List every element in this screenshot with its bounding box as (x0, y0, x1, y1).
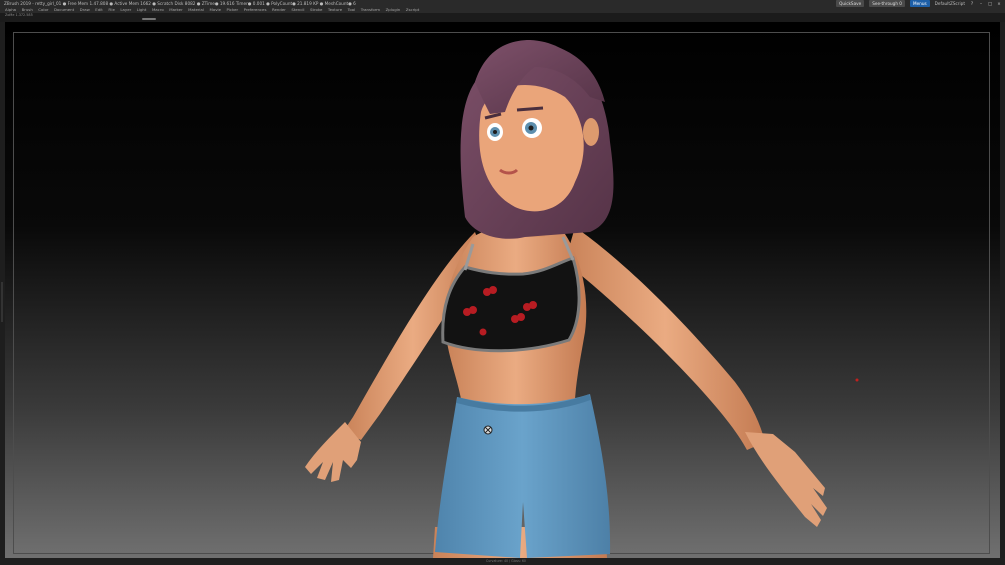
help-icon[interactable]: ? (970, 0, 974, 7)
footer-bar: Curvature: 40 / Gloss: 60 (0, 558, 1005, 565)
menu-movie[interactable]: Movie (209, 7, 221, 13)
menu-render[interactable]: Render (272, 7, 286, 13)
ear (583, 118, 599, 146)
menus-toggle[interactable]: Menus (909, 0, 930, 7)
ui-layout-dropdown[interactable]: DefaultZScript (935, 0, 965, 7)
menu-marker[interactable]: Marker (169, 7, 182, 13)
menu-zplugin[interactable]: Zplugin (386, 7, 401, 13)
right-hand (745, 432, 827, 527)
menu-draw[interactable]: Draw (80, 7, 90, 13)
left-tray-handle[interactable] (1, 282, 3, 322)
menu-bar: Alpha Brush Color Document Draw Edit Fil… (0, 7, 1005, 13)
viewport-canvas[interactable] (5, 22, 1000, 558)
menu-color[interactable]: Color (38, 7, 48, 13)
right-arm (565, 227, 765, 450)
menu-file[interactable]: File (108, 7, 115, 13)
menu-texture[interactable]: Texture (328, 7, 342, 13)
right-eyebrow (516, 106, 544, 112)
memory-stats: ● Free Mem 1.47.808 ● Active Mem 1662 ● … (62, 1, 356, 6)
title-bar: ZBrush 2019 - retty_girl_01 ● Free Mem 1… (0, 0, 1005, 7)
menu-light[interactable]: Light (137, 7, 147, 13)
tray-scroll-handle[interactable] (142, 18, 156, 20)
menu-stroke[interactable]: Stroke (310, 7, 322, 13)
menu-macro[interactable]: Macro (152, 7, 164, 13)
menu-tool[interactable]: Tool (348, 7, 356, 13)
menu-layer[interactable]: Layer (120, 7, 131, 13)
see-through-slider[interactable]: See-through 0 (869, 0, 905, 7)
sculpt-model[interactable] (5, 22, 1000, 558)
maximize-icon[interactable]: □ (988, 0, 992, 7)
menu-picker[interactable]: Picker (227, 7, 239, 13)
right-tray[interactable] (1000, 22, 1005, 558)
material-info: Curvature: 40 / Gloss: 60 (486, 559, 526, 563)
menu-transform[interactable]: Transform (361, 7, 380, 13)
app-title: ZBrush 2019 - retty_girl_01 (4, 1, 62, 6)
menu-preferences[interactable]: Preferences (244, 7, 267, 13)
close-icon[interactable]: × (997, 0, 1001, 7)
menu-material[interactable]: Material (188, 7, 204, 13)
status-readout: ZoMe 1.372.585 (5, 13, 33, 17)
quicksave-button[interactable]: QuickSave (836, 0, 865, 7)
menu-zscript[interactable]: Zscript (406, 7, 420, 13)
menu-stencil[interactable]: Stencil (291, 7, 304, 13)
minimize-icon[interactable]: – (979, 0, 983, 7)
menu-document[interactable]: Document (54, 7, 74, 13)
cursor-marker (855, 378, 859, 382)
menu-edit[interactable]: Edit (95, 7, 103, 13)
